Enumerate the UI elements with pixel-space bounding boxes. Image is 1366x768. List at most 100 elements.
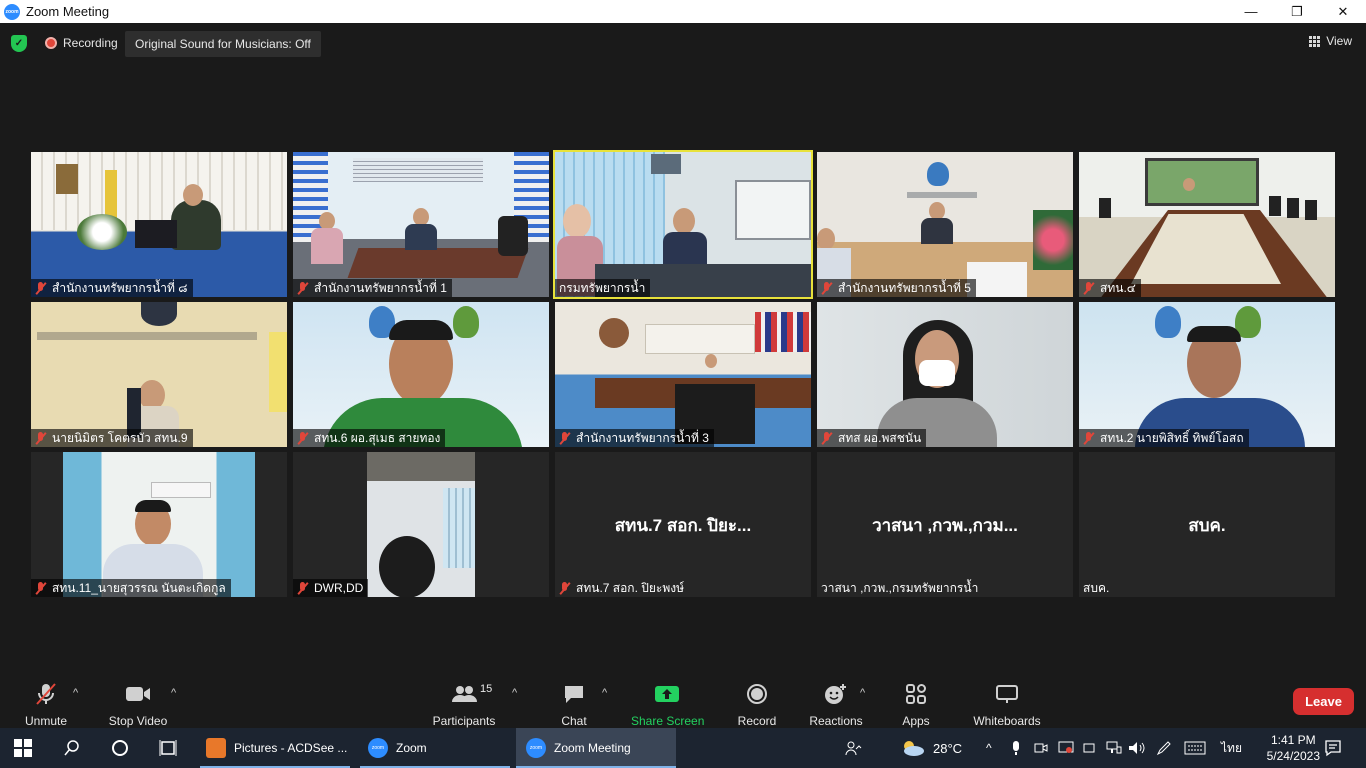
- clock-time: 1:41 PM: [1270, 733, 1316, 747]
- whiteboard-icon: [996, 685, 1018, 703]
- mic-muted-icon: [35, 431, 47, 445]
- video-tile-off[interactable]: วาสนา ,กวพ.,กวม... วาสนา ,กวพ.,กรมทรัพยา…: [817, 452, 1073, 597]
- video-tile[interactable]: นายนิมิตร โคตรบัว สทน.9: [31, 302, 287, 447]
- start-button[interactable]: [14, 728, 32, 768]
- mic-muted-icon: [1083, 431, 1095, 445]
- video-feed: [1079, 152, 1335, 297]
- video-tile-off[interactable]: สบค. สบค.: [1079, 452, 1335, 597]
- participant-name: สำนักงานทรัพยากรน้ำที่ 1: [314, 280, 447, 295]
- mic-muted-icon: [297, 431, 309, 445]
- window-titlebar: zoom Zoom Meeting — ❐ ✕: [0, 0, 1366, 23]
- show-hidden-icons-chevron-icon[interactable]: ^: [986, 728, 992, 768]
- reactions-label: Reactions: [809, 714, 863, 728]
- screen-recording-tray-icon[interactable]: [1058, 728, 1074, 768]
- touch-keyboard-tray-icon[interactable]: [1184, 728, 1206, 768]
- search-icon: [64, 740, 79, 756]
- taskbar-clock[interactable]: 1:41 PM 5/24/2023: [1267, 732, 1320, 764]
- participants-count: 15: [480, 683, 493, 695]
- share-screen-button[interactable]: Share Screen: [631, 681, 704, 728]
- video-tile[interactable]: สทน.11_นายสุวรรณ นันตะเกิดกูล: [31, 452, 287, 597]
- view-button[interactable]: View: [1309, 34, 1352, 48]
- video-tile[interactable]: สำนักงานทรัพยากรน้ำที่ 5: [817, 152, 1073, 297]
- participant-nametag: สทส ผอ.พสชนัน: [817, 429, 927, 447]
- minimize-button[interactable]: —: [1228, 0, 1274, 23]
- video-tile[interactable]: สำนักงานทรัพยากรน้ำที่ ๘: [31, 152, 287, 297]
- unmute-button[interactable]: Unmute: [20, 681, 72, 728]
- participant-name: สทน.7 สอก. ปิยะพงษ์: [576, 580, 685, 595]
- security-shield-icon[interactable]: ✓: [11, 35, 27, 52]
- volume-tray-icon[interactable]: [1128, 728, 1146, 768]
- taskbar-item-zoom-meeting[interactable]: zoom Zoom Meeting: [516, 728, 676, 768]
- camera-tray-icon[interactable]: [1034, 728, 1048, 768]
- weather-widget[interactable]: 28°C: [900, 728, 962, 768]
- chat-options-caret-icon[interactable]: ^: [602, 687, 607, 699]
- meeting-toolbar: Unmute ^ Stop Video ^ 15 Participants ^: [0, 675, 1366, 728]
- audio-options-caret-icon[interactable]: ^: [73, 687, 78, 699]
- participants-options-caret-icon[interactable]: ^: [512, 687, 517, 699]
- close-button[interactable]: ✕: [1320, 0, 1366, 23]
- participant-name: สบค.: [1083, 580, 1110, 595]
- reactions-smiley-icon: [825, 684, 846, 704]
- taskbar-item-label: Zoom: [396, 741, 427, 755]
- video-feed: [293, 152, 549, 297]
- record-label: Record: [737, 714, 777, 728]
- whiteboards-button[interactable]: Whiteboards: [968, 681, 1046, 728]
- recording-label: Recording: [63, 36, 118, 50]
- video-tile[interactable]: สทส ผอ.พสชนัน: [817, 302, 1073, 447]
- notification-icon: [1325, 740, 1341, 757]
- clock-date: 5/24/2023: [1266, 749, 1320, 763]
- stop-video-button[interactable]: Stop Video: [104, 681, 172, 728]
- participant-nametag: สทน.2 นายพิสิทธิ์ ทิพย์โอสถ: [1079, 429, 1249, 447]
- cortana-circle-icon: [112, 740, 128, 756]
- mic-muted-icon: [821, 281, 833, 295]
- participant-nametag: สทน.11_นายสุวรรณ นันตะเกิดกูล: [31, 579, 231, 597]
- microphone-tray-icon[interactable]: [1010, 728, 1022, 768]
- search-button[interactable]: [63, 728, 81, 768]
- participants-button[interactable]: 15 Participants: [430, 681, 498, 728]
- participants-label: Participants: [432, 714, 496, 728]
- network-tray-icon[interactable]: [1106, 728, 1122, 768]
- meeting-info-bar: ✓ Recording Original Sound for Musicians…: [0, 23, 1366, 63]
- video-tile-off[interactable]: สทน.7 สอก. ปิยะ... สทน.7 สอก. ปิยะพงษ์: [555, 452, 811, 597]
- taskbar-item-zoom[interactable]: zoom Zoom: [360, 728, 510, 768]
- video-feed: [31, 302, 287, 447]
- cortana-button[interactable]: [111, 728, 129, 768]
- usb-tray-icon[interactable]: [1082, 728, 1096, 768]
- leave-button[interactable]: Leave: [1293, 688, 1354, 715]
- record-button[interactable]: Record: [736, 681, 778, 728]
- reactions-options-caret-icon[interactable]: ^: [860, 687, 865, 699]
- apps-button[interactable]: Apps: [898, 681, 934, 728]
- zoom-app-icon: zoom: [368, 738, 388, 758]
- zoom-app-icon: zoom: [526, 738, 546, 758]
- participant-name: DWR,DD: [314, 581, 364, 595]
- task-view-button[interactable]: [159, 728, 177, 768]
- video-gallery: สำนักงานทรัพยากรน้ำที่ ๘ สำนักงานทรัพยาก…: [31, 150, 1336, 598]
- reactions-button[interactable]: Reactions: [808, 681, 864, 728]
- action-center-button[interactable]: [1324, 728, 1342, 768]
- video-tile[interactable]: สำนักงานทรัพยากรน้ำที่ 3: [555, 302, 811, 447]
- original-sound-button[interactable]: Original Sound for Musicians: Off: [125, 31, 321, 57]
- participant-name: กรมทรัพยากรน้ำ: [559, 280, 646, 295]
- video-tile[interactable]: สทน.6 ผอ.สุเมธ สายทอง: [293, 302, 549, 447]
- recording-indicator[interactable]: Recording: [40, 31, 118, 55]
- video-tile[interactable]: สทน.๔: [1079, 152, 1335, 297]
- video-tile-active-speaker[interactable]: กรมทรัพยากรน้ำ: [553, 150, 813, 299]
- chat-button[interactable]: Chat: [556, 681, 592, 728]
- stop-video-label: Stop Video: [108, 714, 168, 728]
- video-tile[interactable]: DWR,DD: [293, 452, 549, 597]
- video-feed: [293, 452, 549, 597]
- participant-nametag: สทน.6 ผอ.สุเมธ สายทอง: [293, 429, 446, 447]
- microphone-muted-icon: [36, 683, 56, 705]
- weather-temperature: 28°C: [933, 740, 963, 756]
- input-language-indicator[interactable]: ไทย: [1221, 728, 1242, 768]
- participant-nametag: กรมทรัพยากรน้ำ: [555, 279, 651, 297]
- participant-nametag: สทน.7 สอก. ปิยะพงษ์: [555, 579, 689, 597]
- pen-tray-icon[interactable]: [1156, 728, 1172, 768]
- taskbar-item-acdsee[interactable]: Pictures - ACDSee ...: [200, 728, 350, 768]
- video-tile[interactable]: สทน.2 นายพิสิทธิ์ ทิพย์โอสถ: [1079, 302, 1335, 447]
- video-options-caret-icon[interactable]: ^: [171, 687, 176, 699]
- maximize-button[interactable]: ❐: [1274, 0, 1320, 23]
- video-tile[interactable]: สำนักงานทรัพยากรน้ำที่ 1: [293, 152, 549, 297]
- taskbar-item-label: Zoom Meeting: [554, 741, 631, 755]
- people-icon[interactable]: [844, 728, 862, 768]
